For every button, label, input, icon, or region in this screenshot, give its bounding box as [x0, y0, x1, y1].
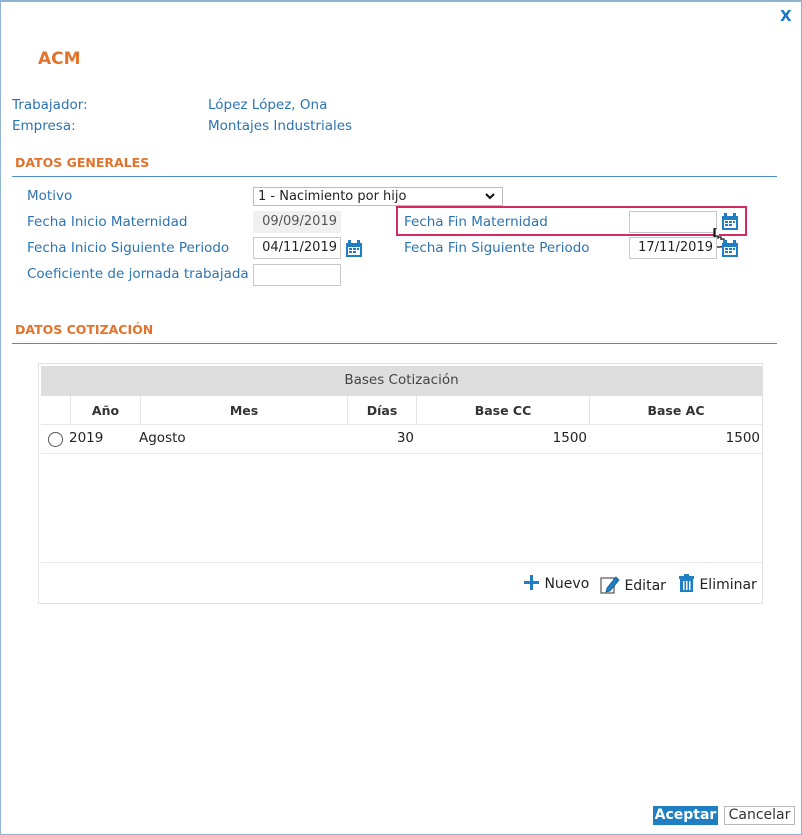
general-divider [12, 176, 777, 177]
fecha-fin-siguiente-field[interactable]: 17/11/2019 [629, 237, 717, 259]
column-header-base-ac[interactable]: Base AC [590, 396, 762, 425]
column-header-anio[interactable]: Año [71, 396, 140, 425]
fecha-fin-maternidad-label: Fecha Fin Maternidad [404, 214, 548, 230]
editar-button[interactable]: Editar [600, 574, 666, 594]
dialog-title: ACM [38, 49, 81, 69]
trash-icon [679, 574, 694, 592]
worker-value: López López, Ona [208, 97, 328, 113]
fecha-inicio-maternidad-field: 09/09/2019 [253, 211, 341, 233]
cancelar-button[interactable]: Cancelar [724, 806, 795, 825]
column-header-dias[interactable]: Días [348, 396, 416, 425]
cell-dias: 30 [396, 430, 414, 446]
row-select-radio[interactable] [48, 432, 63, 447]
cell-base-ac: 1500 [725, 430, 760, 446]
coeficiente-field[interactable] [253, 264, 341, 286]
aceptar-button[interactable]: Aceptar [653, 806, 718, 825]
motivo-select[interactable]: 1 - Nacimiento por hijo [253, 187, 503, 206]
coeficiente-label: Coeficiente de jornada trabajada [27, 266, 249, 282]
motivo-selected-value: 1 - Nacimiento por hijo [258, 189, 407, 204]
column-header-mes[interactable]: Mes [141, 396, 347, 425]
calendar-icon[interactable] [345, 240, 363, 258]
fecha-fin-siguiente-label: Fecha Fin Siguiente Periodo [404, 240, 590, 256]
cell-base-cc: 1500 [552, 430, 587, 446]
cotizacion-section-title: DATOS COTIZACIÓN [15, 322, 154, 337]
fecha-inicio-maternidad-label: Fecha Inicio Maternidad [27, 214, 188, 230]
cell-anio: 2019 [69, 430, 104, 446]
company-value: Montajes Industriales [208, 118, 353, 134]
plus-icon [524, 575, 539, 590]
column-header-base-cc[interactable]: Base CC [417, 396, 589, 425]
calendar-icon[interactable] [721, 240, 739, 258]
fecha-inicio-siguiente-label: Fecha Inicio Siguiente Periodo [27, 240, 230, 256]
worker-label: Trabajador: [12, 97, 88, 113]
table-title: Bases Cotización [41, 366, 762, 396]
eliminar-label: Eliminar [699, 577, 757, 593]
motivo-label: Motivo [27, 188, 73, 204]
editar-label: Editar [624, 578, 666, 594]
edit-icon [600, 576, 620, 594]
nuevo-button[interactable]: Nuevo [523, 574, 589, 592]
fecha-fin-maternidad-field[interactable] [629, 211, 717, 233]
cotizacion-divider [12, 343, 777, 344]
cell-mes: Agosto [139, 430, 186, 446]
close-icon[interactable]: X [780, 7, 792, 25]
eliminar-button[interactable]: Eliminar [678, 574, 757, 593]
nuevo-label: Nuevo [544, 576, 590, 592]
company-label: Empresa: [12, 118, 76, 134]
bases-cotizacion-table: Bases Cotización Año Mes Días Base CC Ba… [38, 363, 763, 604]
general-section-title: DATOS GENERALES [15, 155, 150, 170]
fecha-inicio-siguiente-field[interactable]: 04/11/2019 [253, 237, 341, 259]
